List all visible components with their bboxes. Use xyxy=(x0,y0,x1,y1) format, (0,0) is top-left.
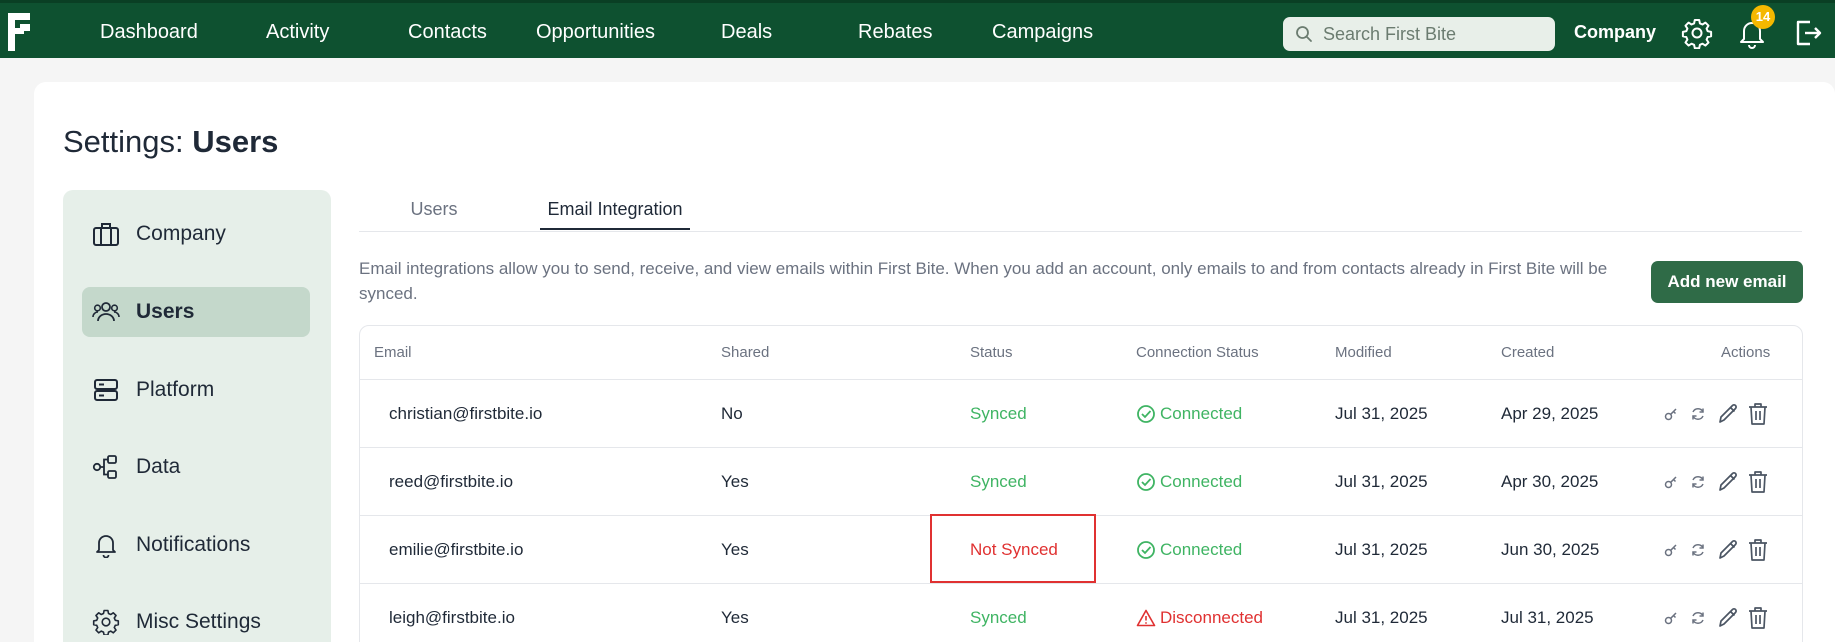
shared-cell: Yes xyxy=(721,608,749,627)
page-title-prefix: Settings: xyxy=(63,124,184,159)
column-header-modified: Modified xyxy=(1335,344,1392,361)
company-menu[interactable]: Company xyxy=(1574,3,1656,61)
created-cell: Apr 30, 2025 xyxy=(1501,472,1599,491)
shared-cell: Yes xyxy=(721,472,749,491)
sync-status-cell: Synced xyxy=(970,472,1027,491)
refresh-icon[interactable] xyxy=(1690,610,1706,626)
key-icon[interactable] xyxy=(1664,407,1678,421)
nav-campaigns[interactable]: Campaigns xyxy=(992,3,1093,61)
check-circle-icon xyxy=(1137,473,1155,491)
shared-cell: No xyxy=(721,404,743,423)
column-header-actions: Actions xyxy=(1721,344,1771,361)
connection-status-label: Disconnected xyxy=(1160,608,1264,627)
connection-status-label: Connected xyxy=(1160,472,1243,491)
briefcase-icon xyxy=(93,223,119,246)
table-row: christian@firstbite.io No Synced Connect… xyxy=(360,379,1802,447)
refresh-icon[interactable] xyxy=(1690,406,1706,422)
key-icon[interactable] xyxy=(1664,543,1678,557)
connection-status-label: Connected xyxy=(1160,404,1243,423)
table-row: reed@firstbite.io Yes Synced Connected J… xyxy=(360,447,1802,515)
sync-status-cell: Synced xyxy=(970,404,1027,423)
modified-cell: Jul 31, 2025 xyxy=(1335,472,1428,491)
gear-icon[interactable] xyxy=(1681,17,1713,49)
not-synced-highlight-box xyxy=(930,514,1096,583)
created-cell: Jul 31, 2025 xyxy=(1501,608,1594,627)
sidebar-item-misc-settings[interactable]: Misc Settings xyxy=(82,597,310,642)
trash-icon[interactable] xyxy=(1747,402,1769,426)
sidebar-item-notifications[interactable]: Notifications xyxy=(82,520,310,570)
edit-pencil-icon[interactable] xyxy=(1716,470,1740,494)
users-icon xyxy=(92,302,120,322)
email-cell: reed@firstbite.io xyxy=(389,472,514,491)
data-flow-icon xyxy=(92,455,117,479)
logout-icon[interactable] xyxy=(1792,17,1824,49)
tabs-divider xyxy=(359,231,1802,232)
edit-pencil-icon[interactable] xyxy=(1716,606,1740,630)
first-bite-logo[interactable] xyxy=(6,11,34,53)
search-box[interactable] xyxy=(1283,17,1555,51)
modified-cell: Jul 31, 2025 xyxy=(1335,608,1428,627)
sidebar-item-label: Users xyxy=(136,300,195,323)
page-title: Settings: Users xyxy=(63,124,278,160)
trash-icon[interactable] xyxy=(1747,470,1769,494)
column-header-created: Created xyxy=(1501,344,1555,361)
column-header-email: Email xyxy=(374,344,412,361)
sidebar-item-users[interactable]: Users xyxy=(82,287,310,337)
notification-badge: 14 xyxy=(1751,5,1775,29)
trash-icon[interactable] xyxy=(1747,606,1769,630)
nav-activity[interactable]: Activity xyxy=(266,3,329,61)
warning-triangle-icon xyxy=(1136,609,1156,627)
refresh-icon[interactable] xyxy=(1690,474,1706,490)
trash-icon[interactable] xyxy=(1747,538,1769,562)
check-circle-icon xyxy=(1137,541,1155,559)
sidebar-item-platform[interactable]: Platform xyxy=(82,365,310,415)
edit-pencil-icon[interactable] xyxy=(1716,402,1740,426)
top-navbar: Dashboard Activity Contacts Opportunitie… xyxy=(0,0,1835,58)
gear-icon xyxy=(92,609,120,635)
sidebar-item-label: Misc Settings xyxy=(136,610,261,633)
refresh-icon[interactable] xyxy=(1690,542,1706,558)
created-cell: Jun 30, 2025 xyxy=(1501,540,1600,559)
email-cell: leigh@firstbite.io xyxy=(389,608,515,627)
email-integration-description: Email integrations allow you to send, re… xyxy=(359,259,1608,303)
column-header-status: Status xyxy=(970,344,1013,361)
sidebar-item-label: Company xyxy=(136,222,226,245)
sidebar-item-label: Platform xyxy=(136,378,215,401)
sidebar-item-data[interactable]: Data xyxy=(82,442,310,492)
tab-email-integration[interactable]: Email Integration xyxy=(540,190,690,230)
table-row: leigh@firstbite.io Yes Synced Disconnect… xyxy=(360,583,1802,642)
bell-icon xyxy=(96,535,116,558)
email-cell: emilie@firstbite.io xyxy=(389,540,524,559)
check-circle-icon xyxy=(1137,405,1155,423)
add-new-email-button[interactable]: Add new email xyxy=(1651,261,1803,303)
modified-cell: Jul 31, 2025 xyxy=(1335,404,1428,423)
tab-users[interactable]: Users xyxy=(395,190,473,230)
server-icon xyxy=(94,379,118,401)
search-input[interactable] xyxy=(1323,17,1548,51)
email-cell: christian@firstbite.io xyxy=(389,404,543,423)
created-cell: Apr 29, 2025 xyxy=(1501,404,1599,423)
nav-rebates[interactable]: Rebates xyxy=(858,3,933,61)
shared-cell: Yes xyxy=(721,540,749,559)
sidebar-item-label: Data xyxy=(136,455,181,478)
connection-status-label: Connected xyxy=(1160,540,1243,559)
sidebar-item-company[interactable]: Company xyxy=(82,209,310,259)
column-header-connection-status: Connection Status xyxy=(1136,344,1259,361)
nav-deals[interactable]: Deals xyxy=(721,3,772,61)
key-icon[interactable] xyxy=(1664,611,1678,625)
sync-status-cell: Synced xyxy=(970,608,1027,627)
column-header-shared: Shared xyxy=(721,344,770,361)
sidebar-item-label: Notifications xyxy=(136,533,251,556)
modified-cell: Jul 31, 2025 xyxy=(1335,540,1428,559)
nav-contacts[interactable]: Contacts xyxy=(408,3,487,61)
nav-dashboard[interactable]: Dashboard xyxy=(100,3,198,61)
nav-opportunities[interactable]: Opportunities xyxy=(536,3,655,61)
edit-pencil-icon[interactable] xyxy=(1716,538,1740,562)
key-icon[interactable] xyxy=(1664,475,1678,489)
search-icon xyxy=(1296,26,1312,42)
email-integrations-table: Email Shared Status Connection Status Mo… xyxy=(359,325,1803,642)
page-title-section: Users xyxy=(192,124,279,159)
